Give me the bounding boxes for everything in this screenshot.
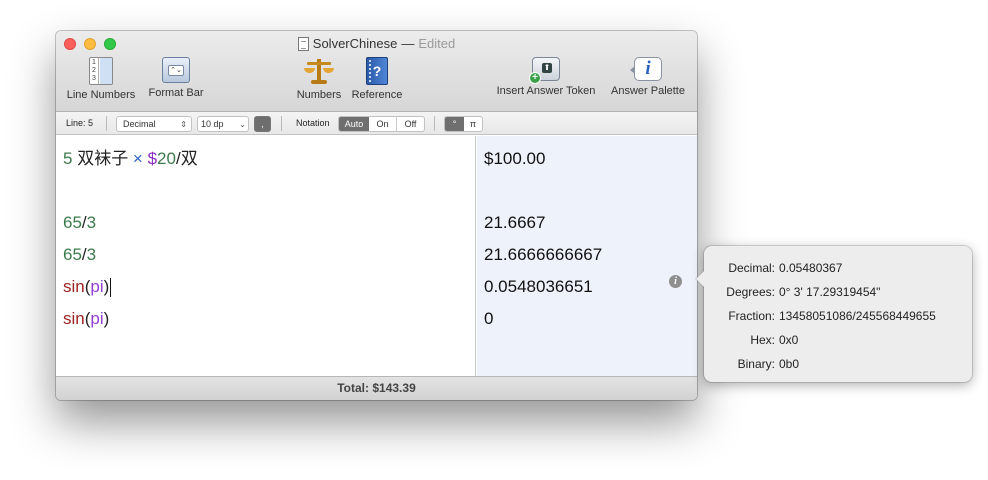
- popover-row-value[interactable]: 13458051086/245568449655: [779, 308, 936, 324]
- notation-auto[interactable]: Auto: [339, 117, 369, 131]
- expression-line[interactable]: 65/3: [63, 245, 96, 265]
- notation-label: Notation: [296, 118, 330, 128]
- answer-palette-label: Answer Palette: [611, 85, 685, 97]
- results-pane: i $100.00 21.6667 21.6666666667 0.054803665…: [477, 136, 697, 376]
- expression-token: 双袜子: [72, 149, 133, 168]
- text-caret: [110, 278, 112, 298]
- window-title-group: SolverChinese — Edited: [56, 35, 697, 51]
- result-value[interactable]: $100.00: [484, 149, 545, 169]
- expression-editor[interactable]: 5 双袜子 × $20/双 65/3 65/3 sin(pi) sin(pi): [56, 136, 476, 376]
- expression-token: 65: [63, 245, 82, 264]
- notation-off[interactable]: Off: [397, 117, 424, 131]
- popover-row-value[interactable]: 0b0: [779, 356, 799, 372]
- book-icon-glyph: ?: [372, 63, 382, 79]
- popover-row-value[interactable]: 0x0: [779, 332, 798, 348]
- expression-token: pi: [90, 309, 104, 328]
- chevron-down-icon: ⌄: [239, 120, 246, 129]
- title-bar: SolverChinese — Edited 1 2 3 Line Numbers …: [56, 31, 697, 112]
- notation-on[interactable]: On: [369, 117, 397, 131]
- info-bubble-glyph: i: [645, 58, 651, 79]
- current-line-label: Line: 5: [66, 118, 94, 128]
- angle-pi[interactable]: π: [464, 117, 482, 131]
- expression-line[interactable]: sin(pi): [63, 309, 109, 329]
- line-numbers-button[interactable]: 1 2 3 Line Numbers: [64, 57, 138, 101]
- angle-degrees[interactable]: °: [445, 117, 464, 131]
- result-value[interactable]: 0.0548036651: [484, 277, 593, 297]
- expression-line[interactable]: 5 双袜子 × $20/双: [63, 149, 198, 169]
- popover-row-label: Binary:: [737, 357, 775, 371]
- status-bar: Total: $143.39: [56, 376, 697, 400]
- result-value[interactable]: 0: [484, 309, 493, 329]
- answer-details-popover: Decimal: 0.05480367 Degrees: 0° 3' 17.29319…: [695, 246, 972, 382]
- plus-icon: +: [529, 72, 541, 84]
- expression-token: 20: [157, 149, 176, 168]
- result-value[interactable]: 21.6667: [484, 213, 545, 233]
- expression-token: ): [103, 277, 110, 296]
- total-label: Total:: [337, 381, 370, 395]
- popover-row: Degrees: 0° 3' 17.29319454": [704, 284, 972, 300]
- result-value[interactable]: 21.6666666667: [484, 245, 602, 265]
- info-bubble-icon: i: [630, 57, 662, 81]
- line-numbers-label: Line Numbers: [66, 89, 136, 101]
- expression-token: pi: [90, 277, 104, 296]
- thousands-separator-button[interactable]: ,: [254, 116, 271, 132]
- popover-row-value[interactable]: 0° 3' 17.29319454": [779, 284, 880, 300]
- edited-indicator[interactable]: Edited: [418, 36, 455, 51]
- expression-token: 3: [86, 245, 97, 264]
- insert-answer-token-label: Insert Answer Token: [496, 85, 596, 97]
- insert-answer-token-button[interactable]: ⬆ + Insert Answer Token: [492, 57, 600, 97]
- scale-icon: [304, 57, 334, 85]
- expression-token: 65: [63, 213, 82, 232]
- expression-line[interactable]: sin(pi): [63, 277, 112, 298]
- total-value: $143.39: [372, 381, 416, 395]
- popover-row-label: Degrees:: [726, 285, 775, 299]
- format-bar-icon: ⌃⌄: [162, 57, 190, 83]
- expression-token: sin: [63, 309, 85, 328]
- expression-token: ×: [132, 149, 143, 168]
- app-window: SolverChinese — Edited 1 2 3 Line Numbers …: [56, 31, 697, 400]
- format-bar-button[interactable]: ⌃⌄ Format Bar: [145, 57, 207, 99]
- expression-token: ): [103, 309, 110, 328]
- answer-palette-button[interactable]: i Answer Palette: [607, 57, 689, 97]
- expression-token: /双: [175, 149, 198, 168]
- format-bar-icon-glyph: ⌃⌄: [168, 65, 184, 76]
- expression-token: 3: [86, 213, 97, 232]
- answer-token-icon: ⬆ +: [529, 57, 560, 84]
- up-down-chevron-icon: ⇕: [180, 120, 187, 129]
- decimal-places-select[interactable]: 10 dp ⌄: [197, 116, 249, 132]
- line-numbers-icon: 1 2 3: [89, 57, 113, 85]
- expression-token: $: [142, 149, 158, 168]
- popover-row-label: Fraction:: [728, 309, 775, 323]
- reference-button[interactable]: ? Reference: [349, 57, 405, 101]
- numbers-label: Numbers: [296, 89, 342, 101]
- number-format-select[interactable]: Decimal ⇕: [116, 116, 192, 132]
- expression-line[interactable]: 65/3: [63, 213, 96, 233]
- line-numbers-icon-digits: 1 2 3: [90, 58, 99, 84]
- title-separator: —: [401, 36, 415, 52]
- decimal-places-value: 10 dp: [201, 119, 224, 129]
- popover-row: Binary: 0b0: [704, 356, 972, 372]
- format-bar-label: Format Bar: [148, 87, 204, 99]
- book-icon: ?: [366, 57, 388, 85]
- format-bar: Line: 5 Decimal ⇕ 10 dp ⌄ , Notation Aut…: [56, 112, 697, 135]
- notation-segmented-control: Auto On Off: [338, 116, 425, 132]
- popover-row-label: Hex:: [750, 333, 775, 347]
- reference-label: Reference: [351, 89, 403, 101]
- popover-row-value[interactable]: 0.05480367: [779, 260, 842, 276]
- popover-row: Hex: 0x0: [704, 332, 972, 348]
- numbers-button[interactable]: Numbers: [293, 57, 345, 101]
- info-icon[interactable]: i: [669, 275, 682, 288]
- number-format-value: Decimal: [123, 119, 156, 129]
- popover-row-label: Decimal:: [728, 261, 775, 275]
- document-icon[interactable]: [297, 36, 309, 51]
- expression-token: sin: [63, 277, 85, 296]
- angle-unit-segmented-control: ° π: [444, 116, 483, 132]
- popover-row: Decimal: 0.05480367: [704, 260, 972, 276]
- window-title: SolverChinese: [312, 36, 398, 52]
- popover-row: Fraction: 13458051086/245568449655: [704, 308, 972, 324]
